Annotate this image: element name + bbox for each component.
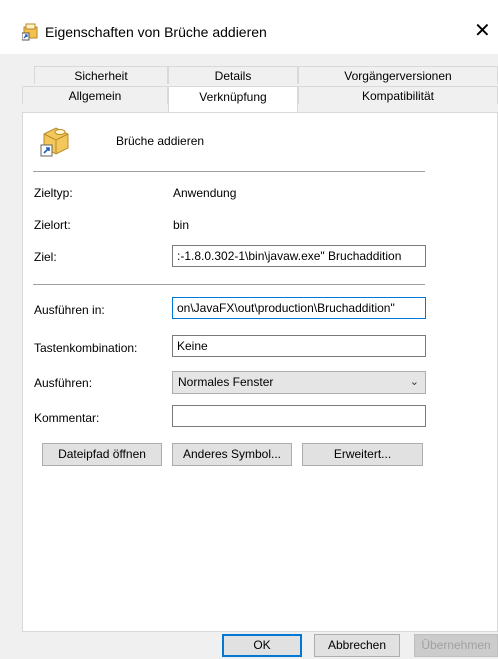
ausfuehren-label: Ausführen: [34, 376, 93, 390]
tab-vorgaengerversionen[interactable]: Vorgängerversionen [298, 66, 498, 84]
cancel-button[interactable]: Abbrechen [314, 634, 400, 657]
ziel-label: Ziel: [34, 250, 57, 264]
tab-sicherheit[interactable]: Sicherheit [34, 66, 168, 84]
tastenkombination-field[interactable]: Keine [172, 335, 426, 357]
ausfuehren-in-label: Ausführen in: [34, 303, 105, 317]
ausfuehren-select-value: Normales Fenster [178, 375, 274, 389]
divider [33, 284, 425, 285]
zieltyp-value: Anwendung [173, 186, 237, 200]
tab-details[interactable]: Details [168, 66, 298, 84]
shortcut-properties-icon [22, 23, 38, 41]
shortcut-name: Brüche addieren [116, 134, 205, 148]
ziel-field[interactable]: :-1.8.0.302-1\bin\javaw.exe" Bruchadditi… [172, 245, 426, 267]
apply-button[interactable]: Übernehmen [414, 634, 498, 657]
zielort-label: Zielort: [34, 218, 71, 232]
ok-button[interactable]: OK [222, 634, 302, 657]
open-file-location-button[interactable]: Dateipfad öffnen [42, 443, 162, 466]
tastenkombination-label: Tastenkombination: [34, 341, 138, 355]
tab-verknuepfung[interactable]: Verknüpfung [168, 86, 298, 112]
window-title: Eigenschaften von Brüche addieren [45, 24, 267, 40]
change-icon-button[interactable]: Anderes Symbol... [172, 443, 292, 466]
shortcut-application-icon [40, 127, 69, 157]
close-button[interactable]: ✕ [474, 15, 498, 47]
zieltyp-label: Zieltyp: [34, 186, 73, 200]
divider [33, 171, 425, 172]
zielort-value: bin [173, 218, 190, 232]
close-icon: ✕ [474, 20, 491, 42]
tab-kompatibilitaet[interactable]: Kompatibilität [298, 86, 498, 104]
chevron-down-icon: ⌄ [409, 376, 419, 388]
advanced-button[interactable]: Erweitert... [302, 443, 423, 466]
title-bar: Eigenschaften von Brüche addieren ✕ [0, 0, 498, 54]
kommentar-label: Kommentar: [34, 411, 100, 425]
ausfuehren-select[interactable]: Normales Fenster ⌄ [172, 371, 426, 394]
ausfuehren-in-field[interactable]: on\JavaFX\out\production\Bruchaddition" [172, 297, 426, 319]
tab-allgemein[interactable]: Allgemein [22, 86, 168, 104]
kommentar-field[interactable] [172, 405, 426, 427]
